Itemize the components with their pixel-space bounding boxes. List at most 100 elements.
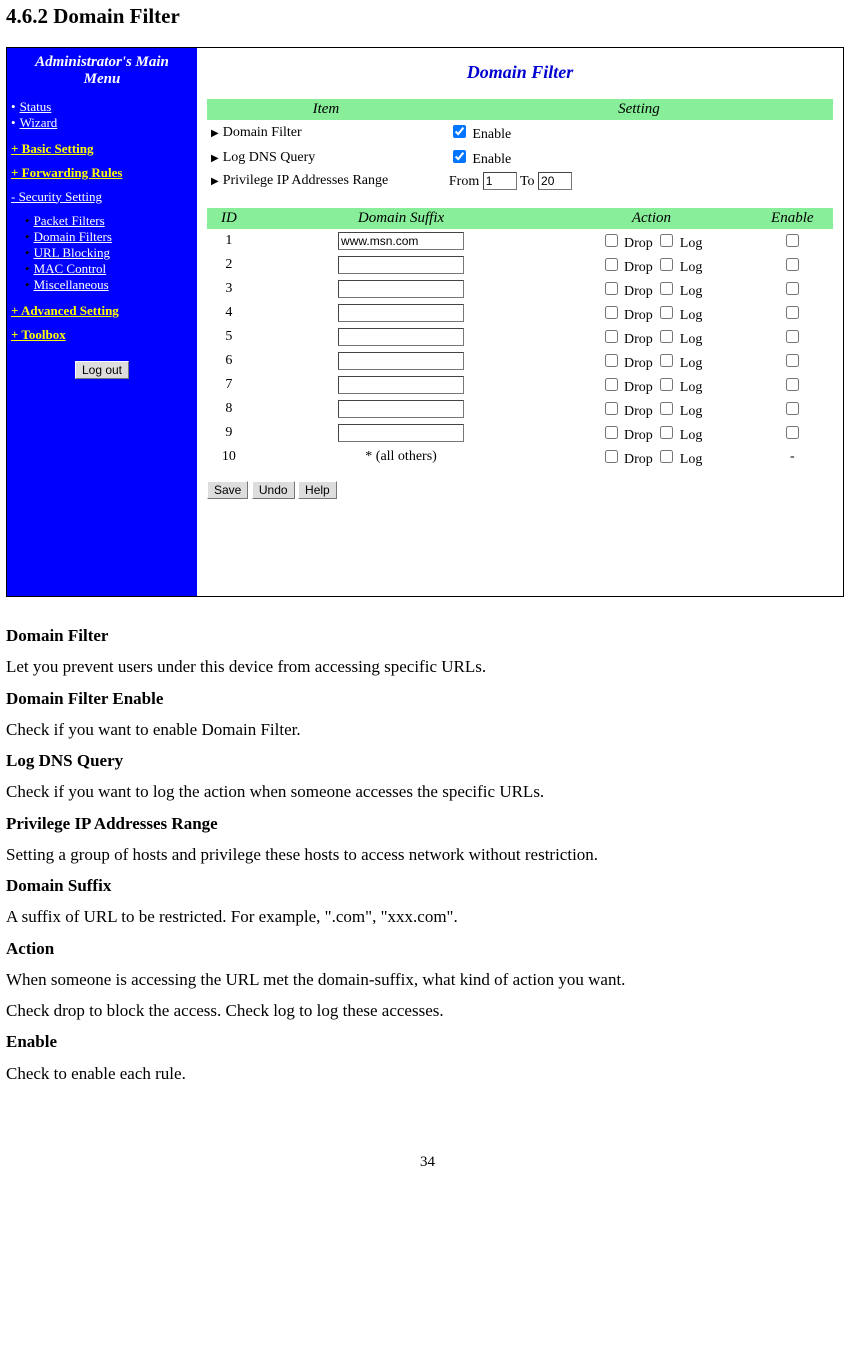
doc-text: Check if you want to enable Domain Filte… bbox=[6, 719, 849, 740]
table-row: 3 Drop Log bbox=[207, 277, 833, 301]
drop-checkbox[interactable] bbox=[605, 378, 618, 391]
log-checkbox[interactable] bbox=[660, 234, 673, 247]
drop-checkbox[interactable] bbox=[605, 450, 618, 463]
domain-suffix-input[interactable] bbox=[338, 232, 464, 250]
sidebar-cat-security[interactable]: - Security Setting bbox=[11, 189, 193, 205]
page-title: Domain Filter bbox=[207, 62, 833, 83]
log-checkbox[interactable] bbox=[660, 306, 673, 319]
doc-term-log-dns: Log DNS Query bbox=[6, 750, 849, 771]
rule-action-cell: Drop Log bbox=[551, 277, 751, 301]
rule-suffix-cell bbox=[251, 397, 551, 421]
rule-enable-checkbox[interactable] bbox=[786, 258, 799, 271]
sidebar-title: Administrator's Main Menu bbox=[11, 54, 193, 89]
drop-checkbox[interactable] bbox=[605, 330, 618, 343]
sidebar-cat-advanced[interactable]: + Advanced Setting bbox=[11, 303, 193, 319]
table-row: 9 Drop Log bbox=[207, 421, 833, 445]
table-row: 6 Drop Log bbox=[207, 349, 833, 373]
doc-text: Let you prevent users under this device … bbox=[6, 656, 849, 677]
drop-checkbox[interactable] bbox=[605, 426, 618, 439]
page-number: 34 bbox=[6, 1154, 849, 1171]
rule-suffix-cell: * (all others) bbox=[251, 445, 551, 469]
doc-text: Setting a group of hosts and privilege t… bbox=[6, 844, 849, 865]
sidebar-link-status[interactable]: Status bbox=[20, 99, 52, 114]
doc-term-domain-filter-enable: Domain Filter Enable bbox=[6, 688, 849, 709]
rule-enable-checkbox[interactable] bbox=[786, 378, 799, 391]
logout-button[interactable]: Log out bbox=[75, 361, 129, 379]
col-setting: Setting bbox=[445, 99, 833, 120]
rule-suffix-cell bbox=[251, 229, 551, 253]
sidebar-link-domain-filters[interactable]: Domain Filters bbox=[34, 229, 112, 244]
drop-checkbox[interactable] bbox=[605, 354, 618, 367]
log-checkbox[interactable] bbox=[660, 282, 673, 295]
sidebar-link-url-blocking[interactable]: URL Blocking bbox=[34, 245, 110, 260]
sidebar-cat-basic[interactable]: + Basic Setting bbox=[11, 141, 193, 157]
rule-action-cell: Drop Log bbox=[551, 421, 751, 445]
rule-enable-checkbox[interactable] bbox=[786, 402, 799, 415]
log-checkbox[interactable] bbox=[660, 378, 673, 391]
save-button[interactable]: Save bbox=[207, 481, 248, 499]
priv-ip-to-input[interactable] bbox=[538, 172, 572, 190]
sidebar-link-misc[interactable]: Miscellaneous bbox=[34, 277, 109, 292]
log-checkbox[interactable] bbox=[660, 450, 673, 463]
sidebar-link-mac-control[interactable]: MAC Control bbox=[34, 261, 107, 276]
rules-table: ID Domain Suffix Action Enable 1 Drop Lo… bbox=[207, 208, 833, 469]
domain-filter-enable-label: Enable bbox=[472, 127, 511, 142]
doc-text: Check drop to block the access. Check lo… bbox=[6, 1000, 849, 1021]
log-checkbox[interactable] bbox=[660, 330, 673, 343]
row-log-dns-label: Log DNS Query bbox=[207, 145, 445, 170]
domain-suffix-input[interactable] bbox=[338, 304, 464, 322]
undo-button[interactable]: Undo bbox=[252, 481, 295, 499]
sidebar-cat-forwarding[interactable]: + Forwarding Rules bbox=[11, 165, 193, 181]
rule-enable-checkbox[interactable] bbox=[786, 282, 799, 295]
rule-enable-cell bbox=[752, 397, 833, 421]
rule-id: 5 bbox=[207, 325, 251, 349]
rule-action-cell: Drop Log bbox=[551, 301, 751, 325]
domain-suffix-input[interactable] bbox=[338, 400, 464, 418]
help-button[interactable]: Help bbox=[298, 481, 337, 499]
settings-table: Item Setting Domain Filter Enable Log DN… bbox=[207, 99, 833, 192]
documentation: Domain Filter Let you prevent users unde… bbox=[6, 625, 849, 1084]
rule-enable-checkbox[interactable] bbox=[786, 234, 799, 247]
log-checkbox[interactable] bbox=[660, 426, 673, 439]
table-row: 2 Drop Log bbox=[207, 253, 833, 277]
drop-checkbox[interactable] bbox=[605, 258, 618, 271]
domain-filter-enable-checkbox[interactable] bbox=[453, 125, 466, 138]
row-domain-filter-label: Domain Filter bbox=[207, 120, 445, 145]
rule-suffix-cell bbox=[251, 277, 551, 301]
rule-action-cell: Drop Log bbox=[551, 253, 751, 277]
doc-term-enable: Enable bbox=[6, 1031, 849, 1052]
rule-enable-cell bbox=[752, 253, 833, 277]
sidebar-cat-toolbox[interactable]: + Toolbox bbox=[11, 327, 193, 343]
drop-checkbox[interactable] bbox=[605, 282, 618, 295]
rule-enable-cell: - bbox=[752, 445, 833, 469]
table-row: 1 Drop Log bbox=[207, 229, 833, 253]
sidebar-link-packet-filters[interactable]: Packet Filters bbox=[34, 213, 105, 228]
log-checkbox[interactable] bbox=[660, 354, 673, 367]
rule-enable-checkbox[interactable] bbox=[786, 354, 799, 367]
log-checkbox[interactable] bbox=[660, 258, 673, 271]
rule-action-cell: Drop Log bbox=[551, 445, 751, 469]
rule-enable-checkbox[interactable] bbox=[786, 330, 799, 343]
domain-suffix-input[interactable] bbox=[338, 280, 464, 298]
priv-ip-to-label: To bbox=[520, 174, 535, 189]
sidebar-link-wizard[interactable]: Wizard bbox=[20, 115, 58, 130]
domain-suffix-input[interactable] bbox=[338, 256, 464, 274]
rule-enable-checkbox[interactable] bbox=[786, 306, 799, 319]
rule-suffix-cell bbox=[251, 373, 551, 397]
drop-checkbox[interactable] bbox=[605, 402, 618, 415]
rule-suffix-cell bbox=[251, 421, 551, 445]
rule-enable-cell bbox=[752, 301, 833, 325]
domain-suffix-input[interactable] bbox=[338, 352, 464, 370]
priv-ip-from-input[interactable] bbox=[483, 172, 517, 190]
domain-suffix-input[interactable] bbox=[338, 328, 464, 346]
rule-action-cell: Drop Log bbox=[551, 229, 751, 253]
table-row: 5 Drop Log bbox=[207, 325, 833, 349]
drop-checkbox[interactable] bbox=[605, 306, 618, 319]
drop-checkbox[interactable] bbox=[605, 234, 618, 247]
log-checkbox[interactable] bbox=[660, 402, 673, 415]
log-dns-enable-checkbox[interactable] bbox=[453, 150, 466, 163]
content-pane: Domain Filter Item Setting Domain Filter… bbox=[197, 48, 843, 596]
rule-enable-checkbox[interactable] bbox=[786, 426, 799, 439]
domain-suffix-input[interactable] bbox=[338, 376, 464, 394]
domain-suffix-input[interactable] bbox=[338, 424, 464, 442]
